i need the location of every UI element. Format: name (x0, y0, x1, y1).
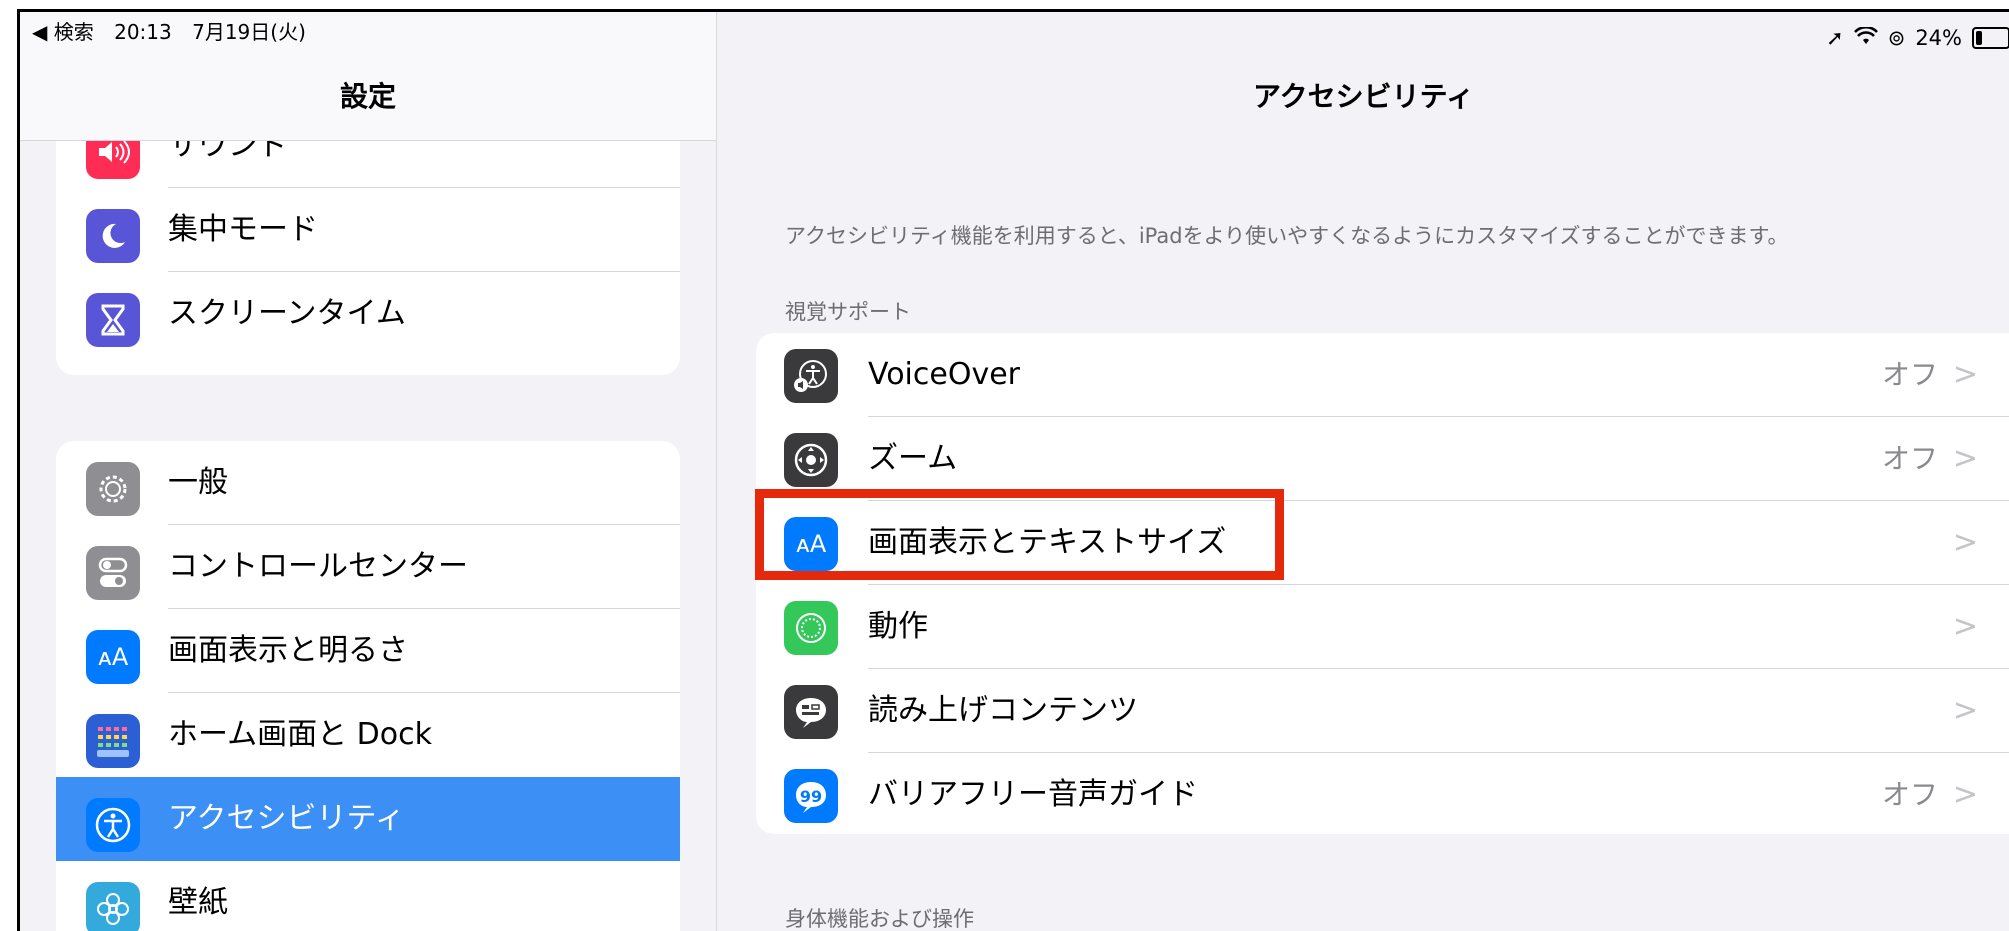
row-label: バリアフリー音声ガイド (868, 777, 1198, 812)
audio-description-icon: 99 (784, 769, 838, 823)
speech-bubble-icon (784, 685, 838, 739)
chevron-right-icon: > (1952, 525, 1978, 560)
section-header-physical: 身体機能および操作 (785, 907, 974, 931)
sidebar-item-label: アクセシビリティ (168, 801, 405, 836)
sidebar-item-wallpaper[interactable]: 壁紙 (56, 861, 680, 931)
vision-settings-list: VoiceOver オフ > ズーム オフ > ᴀA 画面表示とテキストサイズ … (756, 333, 2009, 834)
chevron-right-icon: > (1952, 609, 1978, 644)
row-audio-description[interactable]: 99 バリアフリー音声ガイド オフ > (756, 753, 2009, 834)
settings-group: サウンド 集中モード スクリーンタイム (56, 140, 680, 375)
row-voiceover[interactable]: VoiceOver オフ > (756, 333, 2009, 417)
page-title: アクセシビリティ (1253, 80, 1474, 113)
highlight-box (755, 489, 1284, 580)
voiceover-icon (784, 349, 838, 403)
chevron-right-icon: > (1952, 441, 1978, 476)
status-right: ➚ ⊚ 24% (1826, 25, 2009, 50)
row-label: 読み上げコンテンツ (868, 693, 1138, 728)
sidebar-item-label: 集中モード (168, 212, 318, 247)
sidebar-item-sound[interactable]: サウンド (56, 140, 680, 188)
zoom-icon (784, 433, 838, 487)
battery-percent: 24% (1915, 26, 1962, 50)
moon-icon (86, 209, 140, 263)
wifi-icon (1853, 25, 1878, 50)
hourglass-icon (86, 293, 140, 347)
motion-icon (784, 601, 838, 655)
sidebar-item-label: 画面表示と明るさ (168, 633, 408, 668)
toggles-icon (86, 546, 140, 600)
text-size-icon: ᴀA (86, 630, 140, 684)
status-date: 7月19日(火) (192, 20, 306, 44)
sidebar-item-home-screen[interactable]: ホーム画面と Dock (56, 693, 680, 777)
location-icon: ➚ (1826, 26, 1844, 50)
row-motion[interactable]: 動作 > (756, 585, 2009, 669)
accessibility-icon (86, 798, 140, 852)
sidebar-item-label: ホーム画面と Dock (168, 717, 432, 752)
section-header-vision: 視覚サポート (785, 300, 911, 324)
back-to-search-link[interactable]: ◀ 検索 (32, 20, 94, 44)
speaker-icon (86, 140, 140, 179)
sidebar-title: 設定 (339, 80, 396, 113)
row-value: オフ (1881, 358, 1938, 391)
sidebar-item-label: 壁紙 (168, 885, 228, 920)
flower-icon (86, 882, 140, 931)
svg-text:99: 99 (800, 787, 822, 806)
row-label: VoiceOver (868, 357, 1020, 392)
sidebar-navigation-bar: ◀ 検索 20:13 7月19日(火) 設定 (20, 12, 716, 141)
chevron-right-icon: > (1952, 357, 1978, 392)
row-value: オフ (1881, 778, 1938, 811)
chevron-right-icon: > (1952, 777, 1978, 812)
sidebar-item-control-center[interactable]: コントロールセンター (56, 525, 680, 609)
accessibility-pane: ➚ ⊚ 24% アクセシビリティ アクセシビリティ機能を利用すると、iPadをよ… (716, 12, 2009, 931)
row-spoken-content[interactable]: 読み上げコンテンツ > (756, 669, 2009, 753)
description-text: アクセシビリティ機能を利用すると、iPadをより使いやすくなるようにカスタマイズ… (785, 224, 1789, 248)
sidebar-item-display[interactable]: ᴀA 画面表示と明るさ (56, 609, 680, 693)
status-time: 20:13 (114, 20, 172, 44)
home-grid-icon (86, 714, 140, 768)
battery-icon (1972, 27, 2009, 49)
sidebar-item-general[interactable]: 一般 (56, 441, 680, 525)
sidebar-item-label: スクリーンタイム (168, 296, 406, 331)
sidebar-item-label: コントロールセンター (168, 549, 468, 584)
sidebar-item-label: サウンド (168, 140, 288, 163)
orientation-lock-icon: ⊚ (1887, 26, 1906, 50)
settings-sidebar: サウンド 集中モード スクリーンタイム 一般 コントロールセンター ᴀA 画面表… (20, 12, 716, 931)
screen: サウンド 集中モード スクリーンタイム 一般 コントロールセンター ᴀA 画面表… (0, 0, 2009, 931)
row-label: 動作 (868, 609, 928, 644)
sidebar-item-focus[interactable]: 集中モード (56, 188, 680, 272)
sidebar-item-screen-time[interactable]: スクリーンタイム (56, 272, 680, 356)
sidebar-item-accessibility[interactable]: アクセシビリティ (56, 777, 680, 861)
row-value: オフ (1881, 442, 1938, 475)
sidebar-item-label: 一般 (168, 465, 228, 500)
chevron-right-icon: > (1952, 693, 1978, 728)
status-left: ◀ 検索 20:13 7月19日(火) (32, 16, 306, 45)
gear-icon (86, 462, 140, 516)
settings-group: 一般 コントロールセンター ᴀA 画面表示と明るさ ホーム画面と Dock アク… (56, 441, 680, 931)
